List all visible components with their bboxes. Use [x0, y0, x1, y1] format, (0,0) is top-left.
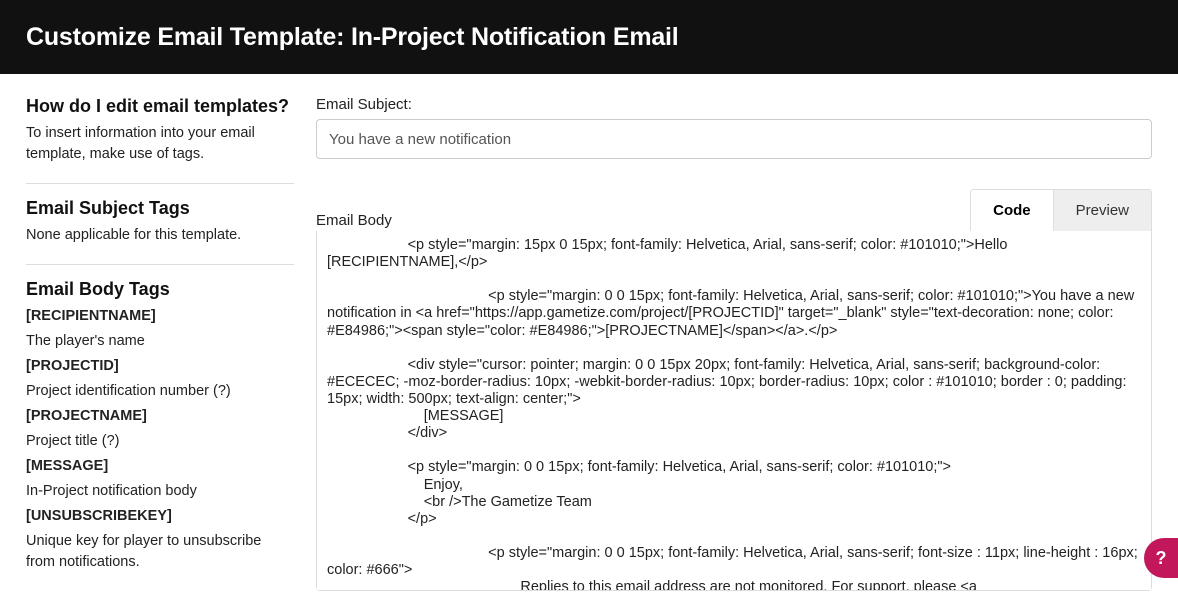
subject-input[interactable] — [316, 119, 1152, 159]
divider — [26, 264, 294, 265]
body-tag-desc: Project title (?) — [26, 431, 294, 452]
body-tag: [MESSAGE] — [26, 456, 294, 477]
tab-code[interactable]: Code — [971, 190, 1053, 231]
howto-section: How do I edit email templates? To insert… — [26, 96, 294, 165]
page-header: Customize Email Template: In-Project Not… — [0, 0, 1178, 74]
howto-heading: How do I edit email templates? — [26, 96, 294, 117]
body-tag: [UNSUBSCRIBEKEY] — [26, 506, 294, 527]
body-tag: [PROJECTID] — [26, 356, 294, 377]
sidebar: How do I edit email templates? To insert… — [26, 96, 306, 591]
editor-container — [316, 231, 1152, 591]
body-tags-heading: Email Body Tags — [26, 279, 294, 300]
body-tag: [PROJECTNAME] — [26, 406, 294, 427]
subject-tags-heading: Email Subject Tags — [26, 198, 294, 219]
subject-tags-section: Email Subject Tags None applicable for t… — [26, 198, 294, 246]
body-tags-section: Email Body Tags [RECIPIENTNAME] The playe… — [26, 279, 294, 573]
body-editor[interactable] — [317, 231, 1151, 590]
divider — [26, 183, 294, 184]
page-title: Customize Email Template: In-Project Not… — [26, 23, 679, 52]
subject-tags-text: None applicable for this template. — [26, 225, 294, 246]
howto-text: To insert information into your email te… — [26, 123, 294, 165]
help-icon: ? — [1156, 548, 1167, 569]
body-label: Email Body — [316, 212, 392, 229]
tab-preview[interactable]: Preview — [1053, 190, 1151, 231]
body-tag: [RECIPIENTNAME] — [26, 306, 294, 327]
body-tag-desc: Project identification number (?) — [26, 381, 294, 402]
main-panel: Email Subject: Email Body Code Preview — [306, 96, 1152, 591]
subject-label: Email Subject: — [316, 96, 1152, 113]
content-area: How do I edit email templates? To insert… — [0, 74, 1178, 591]
body-tag-desc: The player's name — [26, 331, 294, 352]
body-tag-desc: Unique key for player to unsubscribe fro… — [26, 531, 294, 573]
help-fab[interactable]: ? — [1144, 538, 1178, 578]
editor-tabs: Code Preview — [970, 189, 1152, 231]
body-tag-desc: In-Project notification body — [26, 481, 294, 502]
